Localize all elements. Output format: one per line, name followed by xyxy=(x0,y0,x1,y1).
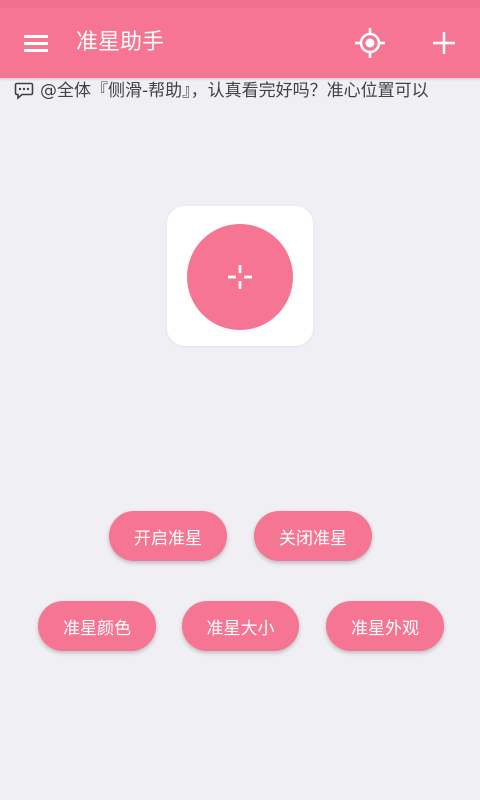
add-button[interactable] xyxy=(424,23,464,63)
crosshair-preview[interactable] xyxy=(187,224,293,330)
notice-marquee: @全体『侧滑-帮助』，认真看完好吗？准心位置可以 xyxy=(0,80,480,104)
target-button[interactable] xyxy=(350,23,390,63)
app-toolbar: 准星助手 xyxy=(0,8,480,78)
crosshair-target-icon xyxy=(355,28,385,58)
crosshair-appearance-button[interactable]: 准星外观 xyxy=(326,601,444,651)
menu-button[interactable] xyxy=(14,25,58,61)
chat-bubble-icon xyxy=(14,82,34,100)
disable-crosshair-button[interactable]: 关闭准星 xyxy=(254,511,372,561)
crosshair-color-button[interactable]: 准星颜色 xyxy=(38,601,156,651)
notice-text: @全体『侧滑-帮助』，认真看完好吗？准心位置可以 xyxy=(40,81,429,101)
status-bar xyxy=(0,0,480,8)
crosshair-preview-card xyxy=(167,206,313,346)
enable-crosshair-button[interactable]: 开启准星 xyxy=(109,511,227,561)
crosshair-size-button[interactable]: 准星大小 xyxy=(182,601,299,651)
menu-icon xyxy=(24,35,48,52)
page-title: 准星助手 xyxy=(76,30,165,55)
plus-icon xyxy=(433,32,455,54)
crosshair-icon xyxy=(228,265,252,289)
